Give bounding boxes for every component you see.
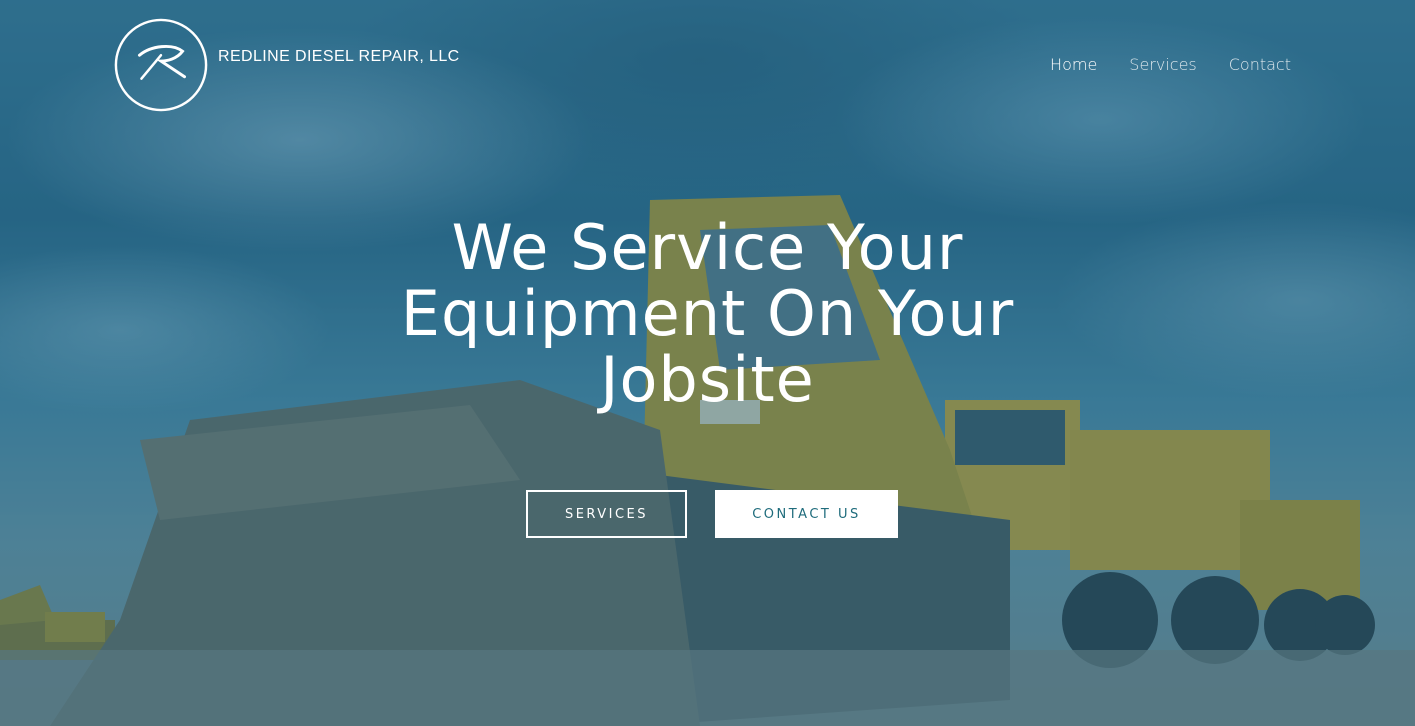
headline-line-3: Jobsite — [600, 343, 815, 416]
nav-item-contact[interactable]: Contact — [1229, 55, 1291, 74]
hero-section: REDLINE DIESEL REPAIR, LLC Home Services… — [0, 0, 1415, 726]
site-header: REDLINE DIESEL REPAIR, LLC Home Services… — [0, 0, 1415, 130]
headline-line-1: We Service Your — [451, 211, 964, 284]
contact-us-button[interactable]: CONTACT US — [715, 490, 898, 538]
services-button[interactable]: SERVICES — [526, 490, 687, 538]
main-nav: Home Services Contact — [1050, 55, 1291, 74]
brand-logo[interactable]: REDLINE DIESEL REPAIR, LLC — [112, 16, 460, 114]
brand-name: REDLINE DIESEL REPAIR, LLC — [218, 48, 460, 65]
nav-item-services[interactable]: Services — [1129, 55, 1196, 74]
nav-item-home[interactable]: Home — [1050, 55, 1097, 74]
headline-line-2: Equipment On Your — [400, 277, 1015, 350]
hero-headline: We Service Your Equipment On Your Jobsit… — [0, 215, 1415, 413]
redline-r-monogram-icon — [114, 18, 208, 112]
